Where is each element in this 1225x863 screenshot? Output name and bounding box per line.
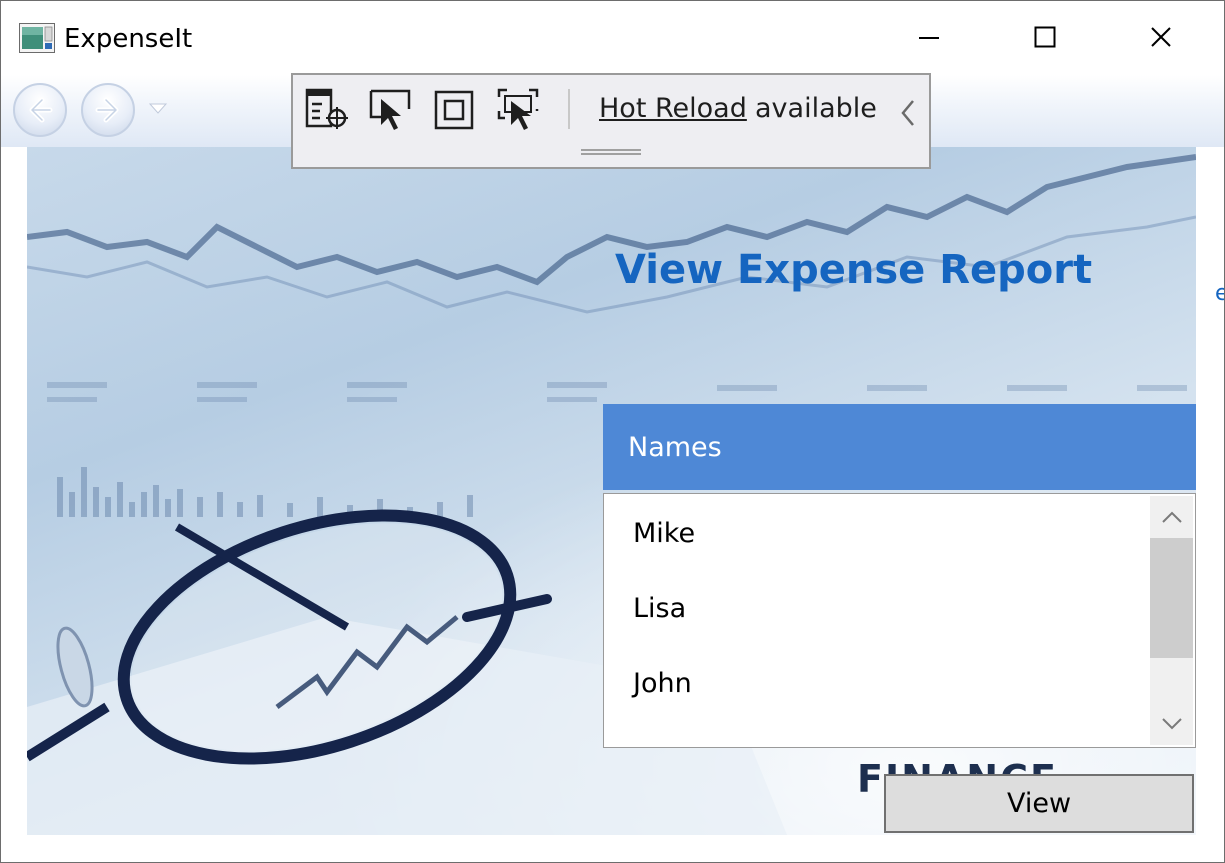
- names-header-label: Names: [628, 432, 722, 463]
- back-arrow-icon: [29, 97, 53, 123]
- expenseit-window: ExpenseIt View Expense Report Names Mike…: [0, 0, 1225, 863]
- select-element-icon[interactable]: [369, 87, 415, 133]
- chevron-down-icon[interactable]: [149, 103, 167, 115]
- collapse-chevron-icon[interactable]: [897, 97, 919, 129]
- live-visual-tree-icon[interactable]: [305, 87, 351, 133]
- maximize-icon: [1034, 26, 1056, 48]
- scroll-thumb[interactable]: [1150, 538, 1193, 658]
- minimize-button[interactable]: [871, 9, 987, 65]
- hot-reload-status: available: [755, 93, 877, 124]
- scroll-down-icon: [1161, 718, 1182, 730]
- back-button[interactable]: [13, 83, 67, 137]
- page-heading: View Expense Report: [615, 247, 1093, 293]
- scroll-up-icon: [1161, 511, 1182, 523]
- hot-reload-toolbar: Hot Reload available: [291, 73, 931, 169]
- maximize-button[interactable]: [987, 9, 1103, 65]
- close-icon: [1151, 27, 1171, 47]
- hot-reload-link[interactable]: Hot Reload: [599, 93, 747, 124]
- list-item[interactable]: Lisa: [633, 593, 686, 624]
- window-title: ExpenseIt: [64, 24, 193, 54]
- scroll-up-button[interactable]: [1150, 496, 1193, 538]
- list-item[interactable]: Mike: [633, 518, 695, 549]
- expense-report-page: View Expense Report FINANCE Names Mike L…: [27, 147, 1196, 835]
- vertical-scrollbar[interactable]: [1150, 496, 1193, 745]
- track-focused-element-icon[interactable]: [497, 87, 543, 133]
- names-listbox[interactable]: Mike Lisa John: [603, 493, 1196, 748]
- display-layout-adorners-icon[interactable]: [433, 87, 479, 133]
- names-header: Names: [603, 404, 1196, 490]
- toolbar-drag-grip[interactable]: [581, 149, 641, 155]
- toolbar-separator: [568, 89, 570, 129]
- title-bar[interactable]: ExpenseIt: [1, 1, 1224, 75]
- close-button[interactable]: [1103, 9, 1219, 65]
- scroll-down-button[interactable]: [1150, 703, 1193, 745]
- list-item[interactable]: John: [633, 668, 692, 699]
- minimize-icon: [919, 37, 939, 39]
- forward-arrow-icon: [95, 97, 119, 123]
- view-button[interactable]: View: [884, 774, 1194, 833]
- clipped-edge-glyph: e: [1215, 281, 1224, 306]
- forward-button[interactable]: [81, 83, 135, 137]
- app-icon: [19, 23, 55, 53]
